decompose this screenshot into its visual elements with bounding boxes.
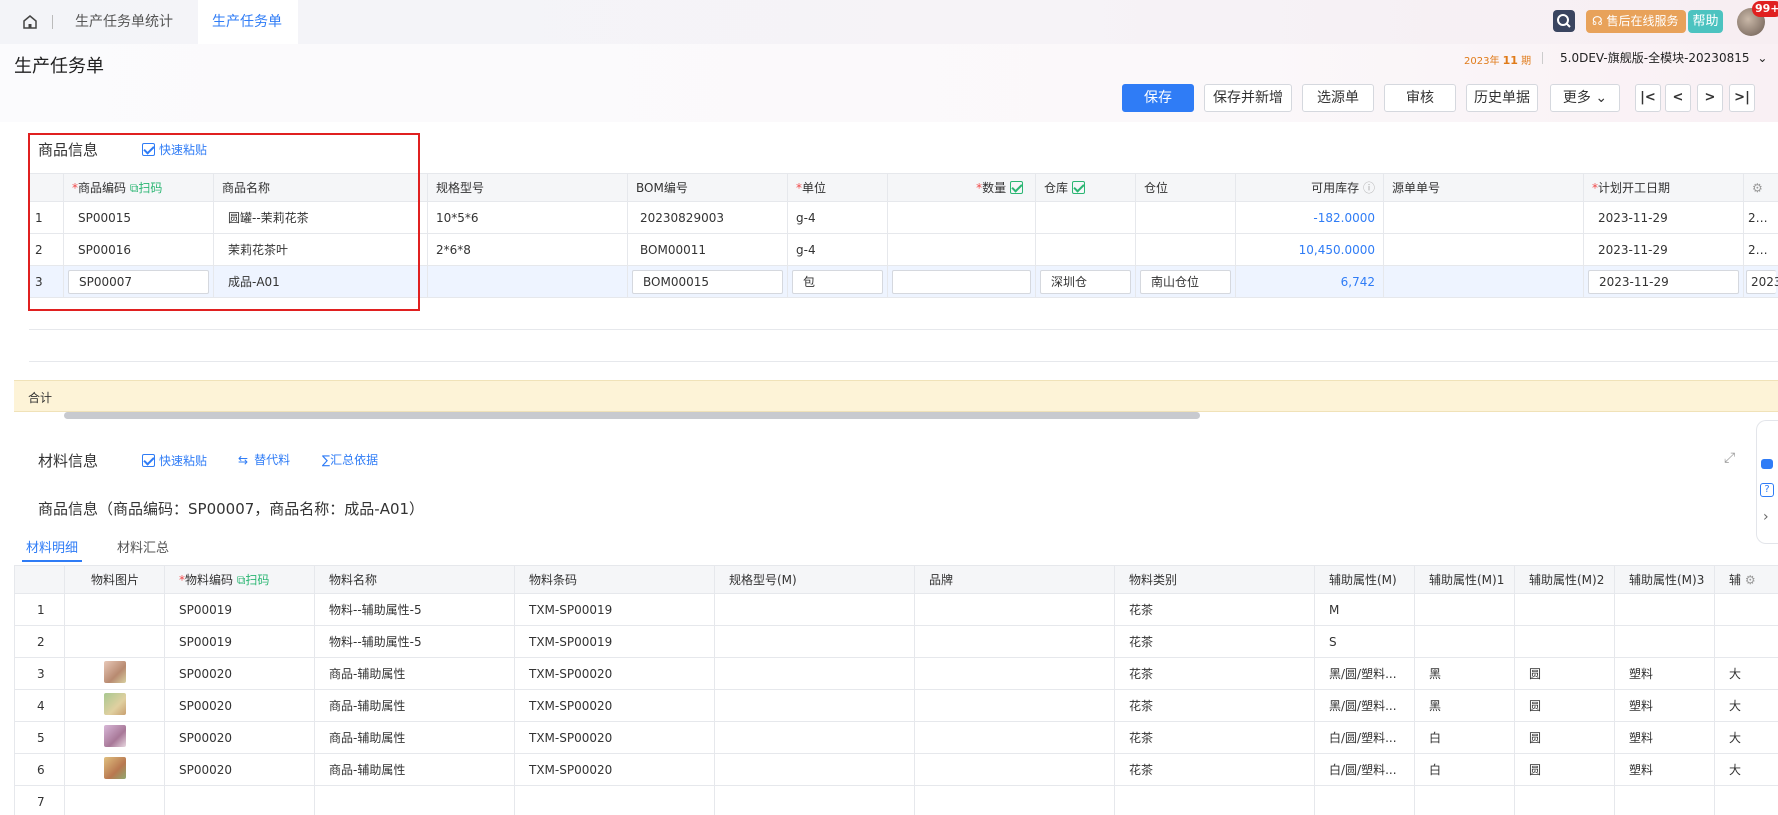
column-settings-icon[interactable]: ⚙ [1743,173,1778,202]
chat-icon[interactable] [1761,459,1773,469]
material-thumbnail[interactable] [103,725,126,747]
col-attr4: 辅 ⚙ [1714,565,1778,594]
material-row[interactable]: 5 SP00020 商品-辅助属性 TXM-SP00020 花茶 白/圆/塑料.… [14,721,1778,754]
prev-record-button[interactable]: < [1665,84,1691,112]
col-attr1: 辅助属性(M)1 [1414,565,1515,594]
more-button[interactable]: 更多 ⌄ [1550,84,1620,112]
col-source-no: 源单单号 [1383,173,1584,202]
column-settings-icon[interactable]: ⚙ [1745,573,1756,587]
warehouse-input[interactable]: 深圳仓 [1040,269,1131,294]
search-button[interactable] [1553,10,1575,32]
after-sales-service-button[interactable]: ☊ 售后在线服务 [1586,10,1686,33]
select-source-button[interactable]: 选源单 [1302,84,1374,112]
audit-button[interactable]: 审核 [1384,84,1456,112]
scan-button[interactable]: ⧉扫码 [237,573,270,587]
col-material-code: *物料编码 ⧉扫码 [164,565,315,594]
material-row[interactable]: 7 [14,785,1778,815]
home-icon[interactable] [22,14,38,30]
page-title: 生产任务单 [14,56,104,77]
col-attr2: 辅助属性(M)2 [1514,565,1615,594]
col-stock: 可用库存 ⓘ [1235,173,1384,202]
materials-header-row: 物料图片 *物料编码 ⧉扫码 物料名称 物料条码 规格型号(M) 品牌 物料类别… [14,565,1778,594]
substitute-link[interactable]: ⇆ 替代料 [238,451,290,468]
highlight-box [28,133,420,311]
horizontal-scrollbar[interactable] [64,412,1200,419]
col-spec: 规格型号 [427,173,628,202]
total-row: 合计 [14,380,1778,412]
next-date-input[interactable]: 2023 [1746,269,1778,294]
col-material-image: 物料图片 [64,565,165,594]
material-row[interactable]: 3 SP00020 商品-辅助属性 TXM-SP00020 花茶 黑/圆/塑料.… [14,657,1778,690]
paste-icon [142,454,155,467]
col-location: 仓位 [1135,173,1236,202]
col-unit: *单位 [787,173,888,202]
goods-empty-row[interactable] [28,329,1778,362]
chevron-down-icon: ⌄ [1757,51,1768,65]
col-material-spec: 规格型号(M) [714,565,915,594]
chevron-down-icon: ⌄ [1595,90,1608,106]
col-attr: 辅助属性(M) [1314,565,1415,594]
save-and-new-button[interactable]: 保存并新增 [1204,84,1292,112]
first-record-button[interactable]: |< [1635,84,1661,112]
question-icon[interactable]: ? [1760,483,1774,497]
batch-set-icon[interactable] [1010,181,1023,194]
material-row[interactable]: 6 SP00020 商品-辅助属性 TXM-SP00020 花茶 白/圆/塑料.… [14,753,1778,786]
search-icon [1557,14,1571,28]
batch-set-icon[interactable] [1071,181,1085,194]
summary-basis-link[interactable]: ∑汇总依据 [322,451,378,468]
next-record-button[interactable]: > [1697,84,1723,112]
side-toolbar: ? › [1756,420,1778,544]
save-button[interactable]: 保存 [1122,84,1194,112]
sigma-icon: ∑ [322,453,331,467]
tab-material-summary[interactable]: 材料汇总 [117,537,169,556]
last-record-button[interactable]: >| [1729,84,1755,112]
materials-table: 物料图片 *物料编码 ⧉扫码 物料名称 物料条码 规格型号(M) 品牌 物料类别… [14,565,1778,815]
tab-material-detail[interactable]: 材料明细 [26,537,78,556]
expand-icon[interactable]: ⤢ [1724,450,1735,466]
chevron-right-icon[interactable]: › [1763,509,1769,525]
accounting-period: 2023年 11 期 [1464,54,1532,67]
tab-production-task[interactable]: 生产任务单 × [198,0,298,74]
col-brand: 品牌 [914,565,1115,594]
material-thumbnail[interactable] [103,661,126,683]
col-material-name: 物料名称 [314,565,515,594]
history-button[interactable]: 历史单据 [1466,84,1538,112]
col-plan-date: *计划开工日期 [1583,173,1744,202]
tab-production-stats[interactable]: 生产任务单统计表 [60,0,180,74]
material-thumbnail[interactable] [103,757,126,779]
materials-section-title: 材料信息 [38,452,99,470]
plan-date-input[interactable]: 2023-11-29 [1588,269,1739,294]
period-divider [1542,52,1543,64]
material-row[interactable]: 1 SP00019 物料--辅助属性-5 TXM-SP00019 花茶 M [14,593,1778,626]
location-input[interactable]: 南山仓位 [1140,269,1231,294]
version-selector[interactable]: 5.0DEV-旗舰版-全模块-20230815 ⌄ [1560,49,1767,66]
tab-label: 生产任务单 [212,14,282,30]
swap-icon: ⇆ [238,453,249,467]
help-button[interactable]: 帮助 [1688,10,1723,33]
tab-divider [52,15,53,29]
unit-input[interactable]: 包 [792,269,883,294]
material-row[interactable]: 2 SP00019 物料--辅助属性-5 TXM-SP00019 花茶 S [14,625,1778,658]
total-label: 合计 [28,391,53,405]
headset-icon: ☊ [1592,14,1603,28]
material-thumbnail[interactable] [103,693,126,715]
notification-badge: 99+ [1752,1,1778,17]
bom-input[interactable]: BOM00015 [632,269,783,294]
tab-active-underline [22,560,82,562]
col-qty: *数量 [887,173,1036,202]
qty-input[interactable] [892,269,1031,294]
materials-info-line: 商品信息（商品编码：SP00007，商品名称：成品-A01） [38,500,425,518]
top-tab-bar: 生产任务单统计表 生产任务单 × ☊ 售后在线服务 帮助 99+ [0,0,1778,74]
help-icon[interactable]: ⓘ [1363,181,1375,195]
col-category: 物料类别 [1114,565,1315,594]
materials-quick-paste[interactable]: 快速粘贴 [142,452,207,469]
material-row[interactable]: 4 SP00020 商品-辅助属性 TXM-SP00020 花茶 黑/圆/塑料.… [14,689,1778,722]
col-warehouse: 仓库 [1035,173,1136,202]
col-attr3: 辅助属性(M)3 [1614,565,1715,594]
col-bom: BOM编号 [627,173,788,202]
col-material-barcode: 物料条码 [514,565,715,594]
